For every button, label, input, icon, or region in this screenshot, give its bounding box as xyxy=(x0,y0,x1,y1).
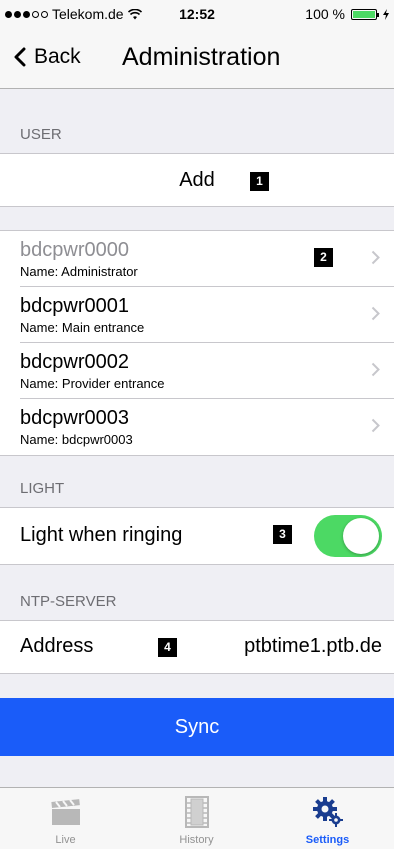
chevron-left-icon xyxy=(14,47,26,67)
user-id: bdcpwr0001 xyxy=(20,295,129,317)
status-bar: Telekom.de 12:52 100 % xyxy=(0,0,394,30)
user-id: bdcpwr0002 xyxy=(20,351,129,373)
user-row-bdcpwr0002[interactable]: bdcpwr0002 Name: Provider entrance xyxy=(0,343,394,399)
light-when-ringing-row: Light when ringing xyxy=(0,507,394,565)
add-user-label: Add xyxy=(179,169,215,191)
user-row-bdcpwr0000[interactable]: bdcpwr0000 Name: Administrator xyxy=(0,231,394,287)
status-right: 100 % xyxy=(305,6,389,22)
section-header-ntp: NTP-SERVER xyxy=(0,564,394,620)
section-header-light: LIGHT xyxy=(0,455,394,507)
film-strip-icon xyxy=(184,796,209,828)
chevron-right-icon xyxy=(371,250,380,265)
chevron-right-icon xyxy=(371,418,380,433)
section-header-light-label: LIGHT xyxy=(20,480,65,497)
user-row-bdcpwr0003[interactable]: bdcpwr0003 Name: bdcpwr0003 xyxy=(0,399,394,455)
section-header-user: USER xyxy=(0,89,394,153)
ntp-address-value: ptbtime1.ptb.de xyxy=(244,635,382,657)
add-user-button[interactable]: Add xyxy=(0,153,394,207)
ntp-address-label: Address xyxy=(20,635,94,657)
charging-bolt-icon xyxy=(383,8,389,20)
callout-badge-3: 3 xyxy=(273,525,292,544)
sync-label: Sync xyxy=(174,716,220,738)
toggle-knob xyxy=(343,518,379,554)
user-id: bdcpwr0000 xyxy=(20,239,129,261)
tab-settings-label: Settings xyxy=(305,834,350,846)
user-name: Name: Provider entrance xyxy=(20,376,165,391)
tab-bar: Live History Settings xyxy=(0,787,394,849)
user-name: Name: Main entrance xyxy=(20,320,145,335)
chevron-right-icon xyxy=(371,306,380,321)
battery-percent: 100 % xyxy=(305,6,345,22)
user-name: Name: bdcpwr0003 xyxy=(20,432,133,447)
user-row-bdcpwr0001[interactable]: bdcpwr0001 Name: Main entrance xyxy=(0,287,394,343)
sync-button[interactable]: Sync xyxy=(0,698,394,756)
user-name: Name: Administrator xyxy=(20,264,138,279)
back-label: Back xyxy=(34,45,81,68)
tab-live-label: Live xyxy=(55,834,76,846)
callout-badge-2: 2 xyxy=(314,248,333,267)
tab-settings[interactable]: Settings xyxy=(262,788,393,849)
callout-badge-4: 4 xyxy=(158,638,177,657)
chevron-right-icon xyxy=(371,362,380,377)
page-title: Administration xyxy=(122,43,281,71)
ntp-address-row[interactable]: Address ptbtime1.ptb.de xyxy=(0,620,394,674)
section-header-user-label: USER xyxy=(20,126,62,143)
tab-history-label: History xyxy=(179,834,214,846)
tab-history[interactable]: History xyxy=(131,788,262,849)
back-button[interactable]: Back xyxy=(14,45,81,69)
user-list: bdcpwr0000 Name: Administrator bdcpwr000… xyxy=(0,230,394,456)
light-when-ringing-toggle[interactable] xyxy=(314,515,382,557)
clapperboard-icon xyxy=(50,799,80,825)
gears-icon xyxy=(312,797,343,827)
navigation-bar: Back Administration xyxy=(0,30,394,89)
tab-live[interactable]: Live xyxy=(0,788,131,849)
light-when-ringing-label: Light when ringing xyxy=(20,524,183,546)
callout-badge-1: 1 xyxy=(250,172,269,191)
section-header-ntp-label: NTP-SERVER xyxy=(20,593,117,610)
battery-icon xyxy=(351,8,379,20)
user-id: bdcpwr0003 xyxy=(20,407,129,429)
